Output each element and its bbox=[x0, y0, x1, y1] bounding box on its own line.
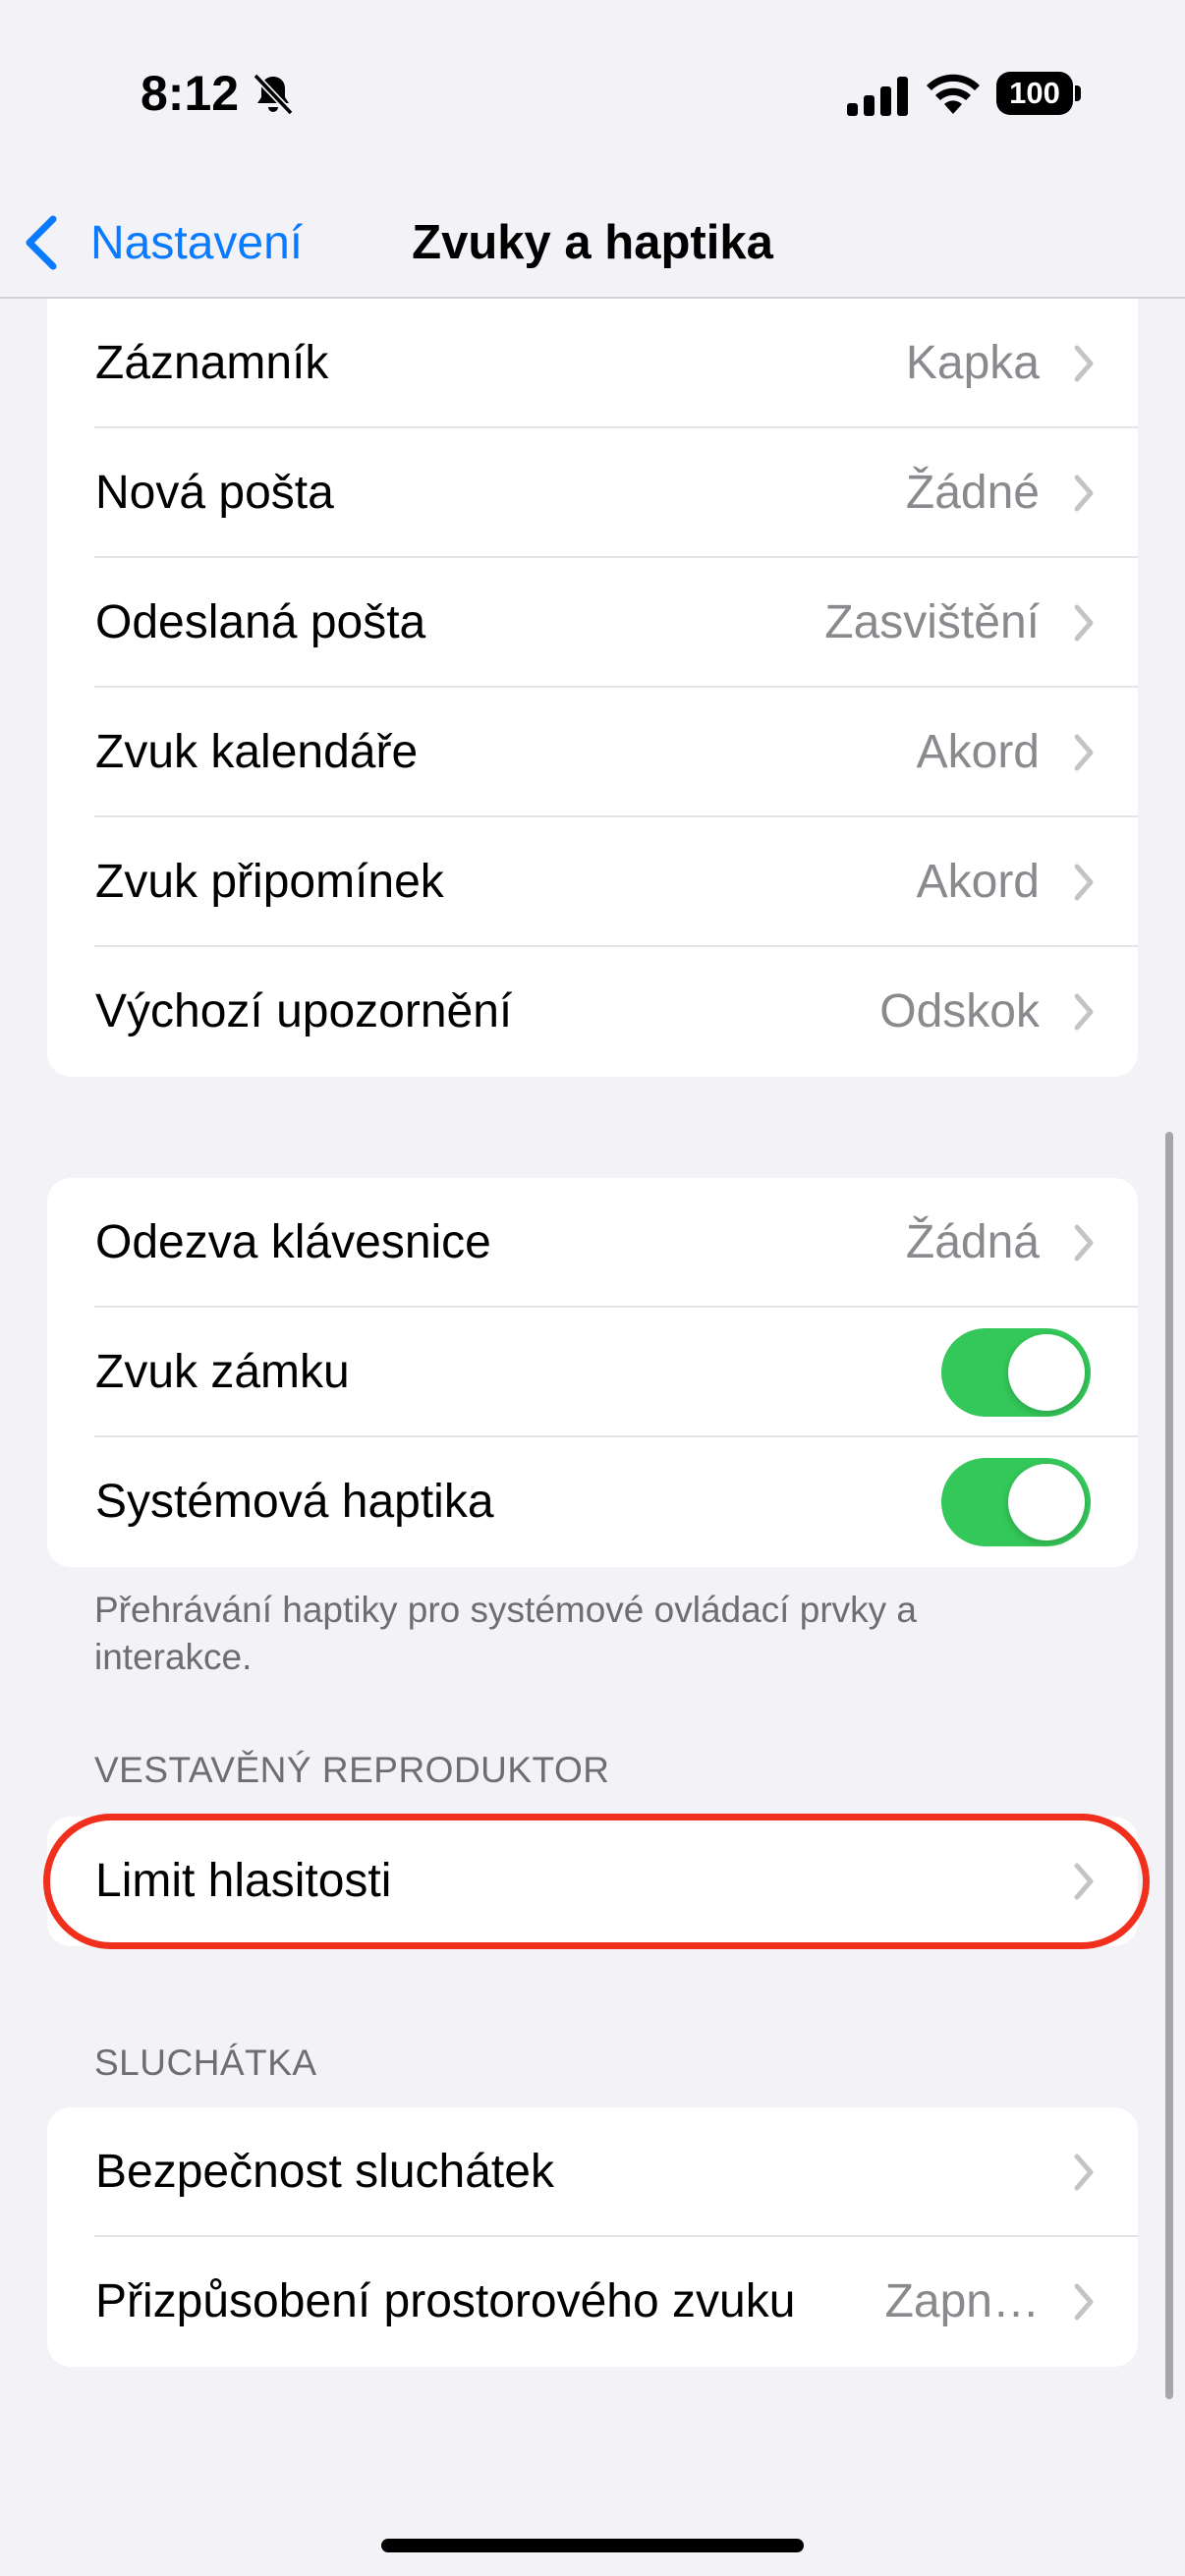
chevron-right-icon bbox=[1074, 1863, 1094, 1900]
home-indicator[interactable] bbox=[381, 2539, 804, 2552]
keyboard-feedback-row[interactable]: Odezva klávesnice Žádná bbox=[47, 1178, 1138, 1308]
row-value: Zasvištění bbox=[824, 596, 1040, 648]
haptics-footnote: Přehrávání haptiky pro systémové ovládac… bbox=[94, 1590, 917, 1677]
status-time: 8:12 bbox=[141, 66, 240, 121]
row-label: Limit hlasitosti bbox=[95, 1855, 392, 1907]
chevron-right-icon bbox=[1074, 2154, 1094, 2191]
row-value: Odskok bbox=[879, 985, 1040, 1037]
battery-level: 100 bbox=[996, 72, 1073, 115]
chevron-right-icon bbox=[1074, 345, 1094, 382]
speaker-group: Limit hlasitosti bbox=[47, 1817, 1138, 1946]
row-label: Bezpečnost sluchátek bbox=[95, 2146, 554, 2198]
row-value: Akord bbox=[916, 726, 1040, 778]
chevron-right-icon bbox=[1074, 1224, 1094, 1261]
toggle-knob bbox=[1008, 1334, 1085, 1411]
row-label: Zvuk připomínek bbox=[95, 856, 444, 908]
row-label: Zvuk kalendáře bbox=[95, 726, 419, 778]
new-mail-row[interactable]: Nová pošta Žádné bbox=[47, 428, 1138, 558]
chevron-right-icon bbox=[1074, 475, 1094, 512]
chevron-right-icon bbox=[1074, 2283, 1094, 2321]
bell-muted-icon bbox=[253, 73, 294, 116]
chevron-right-icon bbox=[1074, 604, 1094, 642]
row-label: Odeslaná pošta bbox=[95, 596, 426, 648]
chevron-left-icon bbox=[26, 215, 57, 270]
row-label: Záznamník bbox=[95, 337, 329, 389]
sent-mail-row[interactable]: Odeslaná pošta Zasvištění bbox=[47, 558, 1138, 688]
calendar-sound-row[interactable]: Zvuk kalendáře Akord bbox=[47, 688, 1138, 817]
row-value: Žádná bbox=[905, 1216, 1040, 1268]
volume-limit-row[interactable]: Limit hlasitosti bbox=[47, 1817, 1138, 1946]
toggle-knob bbox=[1008, 1464, 1085, 1540]
battery-indicator: 100 bbox=[996, 72, 1081, 115]
back-button[interactable]: Nastavení bbox=[22, 198, 303, 287]
system-haptics-row: Systémová haptika bbox=[47, 1437, 1138, 1567]
row-value: Kapka bbox=[905, 337, 1040, 389]
system-sounds-group: Odezva klávesnice Žádná Zvuk zámku Systé… bbox=[47, 1178, 1138, 1567]
wifi-icon bbox=[927, 74, 980, 114]
row-label: Výchozí upozornění bbox=[95, 985, 513, 1037]
row-value: Žádné bbox=[905, 467, 1040, 519]
chevron-right-icon bbox=[1074, 864, 1094, 901]
navigation-bar: Zvuky a haptika Nastavení bbox=[0, 187, 1185, 299]
row-label: Systémová haptika bbox=[95, 1476, 494, 1528]
scroll-indicator[interactable] bbox=[1165, 1132, 1173, 2399]
spatial-audio-row[interactable]: Přizpůsobení prostorového zvuku Zapn… bbox=[47, 2237, 1138, 2367]
lock-sound-row: Zvuk zámku bbox=[47, 1308, 1138, 1437]
row-label: Přizpůsobení prostorového zvuku bbox=[95, 2275, 796, 2327]
row-value: Zapn… bbox=[884, 2275, 1040, 2327]
chevron-right-icon bbox=[1074, 734, 1094, 771]
row-value: Akord bbox=[916, 856, 1040, 908]
chevron-right-icon bbox=[1074, 993, 1094, 1031]
voicemail-row[interactable]: Záznamník Kapka bbox=[47, 299, 1138, 428]
lock-sound-toggle[interactable] bbox=[941, 1328, 1091, 1417]
headphones-group: Bezpečnost sluchátek Přizpůsobení prosto… bbox=[47, 2107, 1138, 2367]
row-label: Nová pošta bbox=[95, 467, 334, 519]
battery-tip bbox=[1075, 85, 1081, 101]
cellular-signal-icon bbox=[847, 77, 908, 116]
speaker-section-header: VESTAVĚNÝ REPRODUKTOR bbox=[94, 1750, 610, 1790]
system-haptics-toggle[interactable] bbox=[941, 1458, 1091, 1546]
sounds-group: Záznamník Kapka Nová pošta Žádné Odeslan… bbox=[47, 299, 1138, 1077]
default-alert-row[interactable]: Výchozí upozornění Odskok bbox=[47, 947, 1138, 1077]
headphones-section-header: SLUCHÁTKA bbox=[94, 2043, 317, 2083]
row-label: Odezva klávesnice bbox=[95, 1216, 491, 1268]
reminder-sound-row[interactable]: Zvuk připomínek Akord bbox=[47, 817, 1138, 947]
status-bar: 8:12 100 bbox=[0, 0, 1185, 187]
row-label: Zvuk zámku bbox=[95, 1346, 350, 1398]
back-label: Nastavení bbox=[90, 216, 304, 269]
headphone-safety-row[interactable]: Bezpečnost sluchátek bbox=[47, 2107, 1138, 2237]
